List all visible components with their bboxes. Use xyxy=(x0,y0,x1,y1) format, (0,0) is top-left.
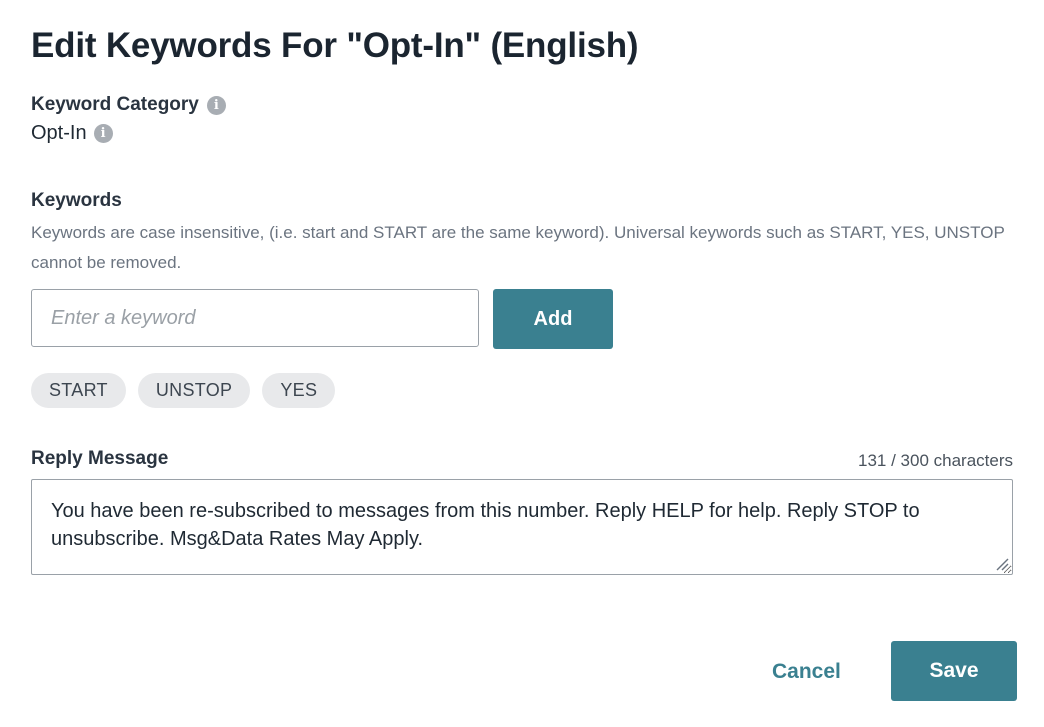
info-icon[interactable]: i xyxy=(93,124,113,143)
add-keyword-button[interactable]: Add xyxy=(493,289,613,349)
keyword-input[interactable] xyxy=(31,289,479,347)
keywords-label-text: Keywords xyxy=(31,190,122,211)
save-button[interactable]: Save xyxy=(891,641,1017,701)
reply-message-textarea[interactable]: You have been re-subscribed to messages … xyxy=(31,479,1013,575)
reply-message-label-text: Reply Message xyxy=(31,448,169,469)
keywords-help-text: Keywords are case insensitive, (i.e. sta… xyxy=(31,223,1005,272)
info-icon[interactable]: i xyxy=(206,95,226,115)
keyword-category-label-text: Keyword Category xyxy=(31,94,199,115)
keywords-label: Keywords xyxy=(31,190,122,212)
keyword-chip: YES xyxy=(262,373,336,408)
dialog-title: Edit Keywords For "Opt-In" (English) xyxy=(31,26,639,65)
keyword-chip: UNSTOP xyxy=(137,373,251,408)
keyword-chip: START xyxy=(31,373,126,408)
reply-message-label: Reply Message xyxy=(31,448,168,470)
keyword-category-value: Opt-In i xyxy=(31,122,113,145)
character-counter: 131 / 300 characters xyxy=(858,451,1013,470)
keyword-category-label: Keyword Category i xyxy=(31,94,226,116)
keyword-chip-list: START UNSTOP YES xyxy=(31,373,336,408)
cancel-button[interactable]: Cancel xyxy=(760,652,853,692)
keyword-category-value-text: Opt-In xyxy=(31,122,87,144)
